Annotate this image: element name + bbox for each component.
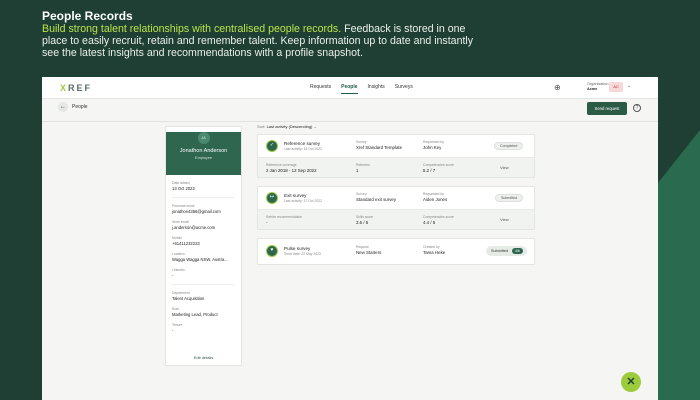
nav-people[interactable]: People: [341, 84, 358, 94]
send-request-button[interactable]: Send request: [587, 102, 627, 115]
survey-card-exit[interactable]: ↦ Exit survey Last activity: 17 Oct 2022…: [257, 186, 535, 230]
hero-title: People Records: [42, 9, 133, 23]
xref-logo[interactable]: XREF: [60, 83, 92, 93]
close-icon[interactable]: ✕: [621, 372, 641, 392]
back-button[interactable]: ←: [58, 102, 68, 112]
divider: [172, 284, 235, 285]
page-title: People: [72, 104, 88, 110]
help-icon[interactable]: ?: [633, 104, 641, 112]
divider: [172, 197, 235, 198]
survey-status-icon: ✓: [266, 140, 278, 152]
nav-surveys[interactable]: Surveys: [395, 84, 413, 94]
profile-field: Department Talent Acquisition: [172, 291, 205, 301]
hero-description: Build strong talent relationships with c…: [42, 23, 482, 59]
survey-card-reference[interactable]: ✓ Reference survey Last activity: 18 Oct…: [257, 134, 535, 178]
profile-card: JA Jonathon Anderson Employee Date added…: [165, 126, 242, 366]
profile-field: Location Wagga Wagga NSW, Austra...: [172, 252, 228, 262]
status-badge: Completed: [494, 142, 524, 150]
profile-name: Jonathon Anderson: [179, 148, 228, 154]
profile-header: JA Jonathon Anderson Employee: [166, 132, 241, 175]
divider: [42, 121, 658, 122]
profile-field: Mobile +61411232223: [172, 236, 200, 246]
survey-status-icon: ↦: [266, 192, 278, 204]
chevron-down-icon[interactable]: ⌄: [627, 83, 631, 89]
chevron-down-icon: ⌄: [313, 124, 317, 129]
survey-title: Exit survey: [284, 193, 307, 198]
nav-links: Requests People Insights Surveys: [310, 84, 413, 94]
profile-role: Employee: [195, 156, 212, 160]
survey-subtitle: Last activity: 17 Oct 2022: [284, 199, 323, 203]
sort-dropdown[interactable]: Sort: Last activity (Descending) ⌄: [257, 124, 317, 129]
profile-field: Tenure -: [172, 323, 183, 333]
profile-field: Date added 13 Oct 2022: [172, 181, 195, 191]
survey-status-icon: ♥: [266, 245, 278, 257]
survey-card-pulse[interactable]: ♥ Pulse survey Send date: 22 May 2023 Re…: [257, 238, 535, 265]
profile-field: Role Marketing Lead, Product: [172, 307, 218, 317]
survey-subtitle: Send date: 22 May 2023: [284, 252, 321, 256]
profile-field: Work email j.anderson@acme.com: [172, 220, 216, 230]
view-link[interactable]: View: [500, 217, 509, 222]
survey-title: Pulse survey: [284, 246, 311, 251]
nav-insights[interactable]: Insights: [368, 84, 385, 94]
hero-description-highlight: Build strong talent relationships with c…: [42, 23, 342, 35]
view-link[interactable]: View: [500, 165, 509, 170]
avatar: JA: [197, 132, 210, 144]
org-avatar[interactable]: AC: [609, 82, 623, 92]
response-count: 4/6: [512, 248, 523, 254]
profile-field: LinkedIn -: [172, 268, 185, 278]
edit-details-link[interactable]: Edit details: [166, 355, 241, 360]
survey-title: Reference survey: [284, 141, 321, 146]
status-badge: Submitted: [495, 194, 524, 202]
status-badge: Submitted 4/6: [486, 246, 527, 256]
top-navigation: XREF Requests People Insights Surveys ⊕ …: [42, 77, 658, 99]
app-window: XREF Requests People Insights Surveys ⊕ …: [42, 77, 658, 400]
survey-subtitle: Last activity: 18 Oct 2022: [284, 147, 323, 151]
nav-requests[interactable]: Requests: [310, 84, 331, 94]
organisation-switcher[interactable]: Organisation Acme: [587, 82, 609, 92]
globe-icon[interactable]: ⊕: [554, 83, 561, 92]
profile-field: Personal email jonathon4356@gmail.com: [172, 204, 221, 214]
